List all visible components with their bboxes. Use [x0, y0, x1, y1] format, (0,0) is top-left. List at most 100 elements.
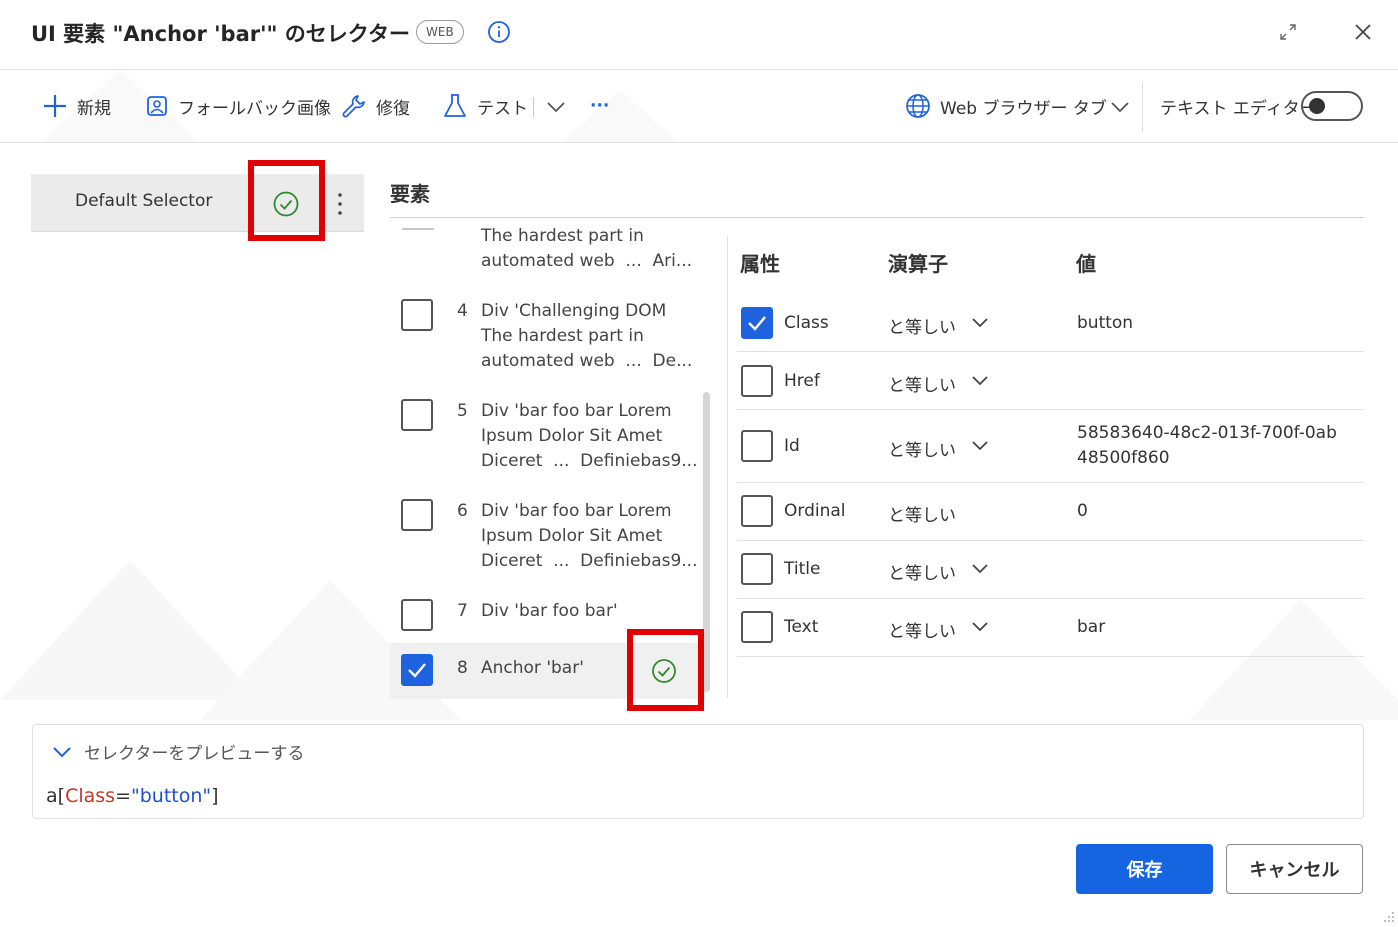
tree-item-line: Div 'bar foo bar Lorem — [481, 501, 672, 521]
toggle-knob — [1309, 98, 1325, 114]
text-editor-label: テキスト エディター — [1160, 98, 1317, 119]
test-button[interactable]: テスト — [441, 90, 528, 122]
attr-name: Id — [784, 436, 800, 456]
tree-item[interactable]: 4 Div 'Challenging DOM The hardest part … — [390, 294, 705, 394]
attr-header: 属性 — [740, 252, 780, 276]
chevron-down-icon[interactable] — [971, 563, 989, 575]
chevron-down-icon[interactable] — [1110, 100, 1130, 114]
tree-item-line: Div 'Challenging DOM — [481, 301, 667, 321]
flask-icon — [444, 94, 466, 117]
tree-item[interactable]: 5 Div 'bar foo bar Lorem Ipsum Dolor Sit… — [390, 394, 705, 494]
resize-grip-icon[interactable] — [1380, 908, 1396, 924]
chevron-down-icon[interactable] — [971, 440, 989, 452]
tree-item[interactable]: 6 Div 'bar foo bar Lorem Ipsum Dolor Sit… — [390, 494, 705, 594]
elements-title: 要素 — [390, 182, 430, 206]
attr-checkbox[interactable] — [741, 495, 773, 527]
tree-item-line: Ipsum Dolor Sit Amet — [481, 526, 663, 546]
attr-value[interactable]: bar — [1077, 615, 1105, 640]
element-checkbox[interactable] — [401, 299, 433, 331]
operator-select[interactable]: と等しい — [888, 617, 956, 642]
code-attr: Class — [65, 785, 116, 807]
tree-item-line: The hardest part in — [481, 326, 644, 346]
operator-header: 演算子 — [888, 252, 948, 276]
info-icon[interactable] — [487, 20, 511, 44]
attr-row-id: Id と等しい 58583640-48c2-013f-700f-0ab 4850… — [737, 410, 1364, 483]
tree-item-line: Anchor 'bar' — [481, 658, 584, 678]
checkmark-icon — [408, 663, 426, 678]
save-button[interactable]: 保存 — [1076, 844, 1213, 894]
preview-code: a[Class="button"] — [46, 785, 219, 807]
tree-item-line: automated web ... Ari... — [481, 251, 693, 271]
operator-select[interactable]: と等しい — [888, 313, 956, 338]
image-icon — [147, 96, 167, 116]
selector-name: Default Selector — [75, 191, 213, 211]
tree-item-line: automated web ... De... — [481, 351, 693, 371]
value-header: 値 — [1076, 252, 1096, 276]
element-tree[interactable]: The hardest part in automated web ... Ar… — [390, 218, 715, 700]
attr-value[interactable]: 58583640-48c2-013f-700f-0ab 48500f860 — [1077, 421, 1337, 471]
attr-row-text: Text と等しい bar — [737, 599, 1364, 657]
test-label: テスト — [477, 98, 528, 119]
browser-tab-label: Web ブラウザー タブ — [940, 98, 1107, 119]
text-editor-toggle[interactable] — [1301, 91, 1363, 121]
chevron-down-icon[interactable] — [971, 317, 989, 329]
attr-name: Class — [784, 313, 829, 333]
attr-value[interactable]: 0 — [1077, 499, 1088, 524]
attr-name: Ordinal — [784, 501, 846, 521]
chevron-down-icon[interactable] — [971, 621, 989, 633]
close-icon[interactable] — [1351, 20, 1375, 44]
element-checkbox-checked[interactable] — [401, 654, 433, 686]
tree-item-number: 4 — [457, 301, 468, 321]
element-checkbox[interactable] — [401, 599, 433, 631]
chevron-down-icon[interactable] — [52, 745, 72, 759]
attr-checkbox[interactable] — [741, 611, 773, 643]
checkmark-icon — [748, 316, 766, 331]
tree-item-number: 5 — [457, 401, 468, 421]
preview-toggle-label[interactable]: セレクターをプレビューする — [84, 739, 304, 764]
more-button[interactable]: ··· — [590, 90, 609, 122]
attr-checkbox[interactable] — [741, 430, 773, 462]
more-vertical-icon[interactable] — [328, 190, 352, 218]
attr-row-ordinal: Ordinal と等しい 0 — [737, 483, 1364, 541]
element-checkbox[interactable] — [401, 499, 433, 531]
attr-value[interactable]: button — [1077, 311, 1133, 336]
operator-select[interactable]: と等しい — [888, 559, 956, 584]
selector-preview: セレクターをプレビューする a[Class="button"] — [32, 724, 1364, 819]
tree-item-line: Diceret ... Definiebas9... — [481, 451, 698, 471]
wrench-icon — [342, 95, 365, 118]
tree-item-number: 8 — [457, 658, 468, 678]
attr-row-title: Title と等しい — [737, 541, 1364, 599]
plus-icon — [44, 95, 66, 117]
attr-checkbox-checked[interactable] — [741, 307, 773, 339]
code-bracket: [ — [57, 785, 66, 807]
attr-name: Href — [784, 371, 820, 391]
tree-item[interactable]: The hardest part in automated web ... Ar… — [390, 218, 705, 288]
operator-select[interactable]: と等しい — [888, 371, 956, 396]
attr-checkbox[interactable] — [741, 365, 773, 397]
repair-button[interactable]: 修復 — [340, 90, 410, 122]
new-label: 新規 — [77, 98, 111, 119]
attr-row-class: Class と等しい button — [737, 294, 1364, 352]
chevron-down-icon[interactable] — [971, 375, 989, 387]
tree-item-number: 7 — [457, 601, 468, 621]
checkbox-partial — [402, 228, 434, 230]
highlight-box — [248, 160, 325, 241]
expand-icon[interactable] — [1278, 22, 1298, 42]
tree-item-line: Diceret ... Definiebas9... — [481, 551, 698, 571]
toolbar-divider — [533, 97, 534, 117]
new-button[interactable]: 新規 — [41, 90, 111, 122]
browser-tab-selector[interactable]: Web ブラウザー タブ — [904, 90, 1107, 122]
scrollbar[interactable] — [703, 392, 710, 692]
operator-select[interactable]: と等しい — [888, 436, 956, 461]
globe-icon — [906, 94, 930, 118]
repair-label: 修復 — [376, 98, 410, 119]
chevron-down-icon[interactable] — [546, 100, 566, 114]
element-checkbox[interactable] — [401, 399, 433, 431]
code-tag: a — [46, 785, 58, 807]
tree-item-number: 6 — [457, 501, 468, 521]
cancel-button[interactable]: キャンセル — [1226, 844, 1363, 894]
panel-divider — [727, 236, 728, 698]
dialog-header: UI 要素 "Anchor 'bar'" のセレクター WEB — [0, 0, 1398, 70]
fallback-image-button[interactable]: フォールバック画像 — [144, 90, 331, 122]
attr-checkbox[interactable] — [741, 553, 773, 585]
